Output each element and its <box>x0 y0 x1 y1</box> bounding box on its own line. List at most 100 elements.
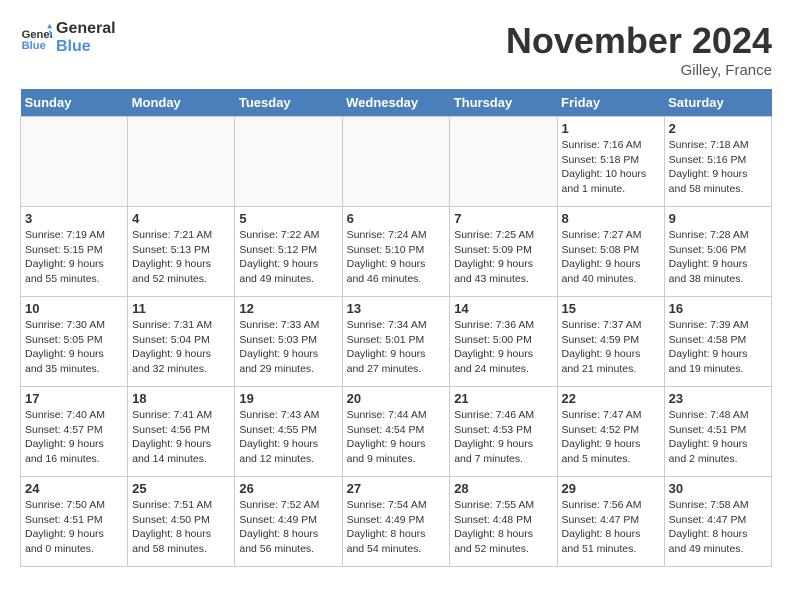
calendar-day-cell: 22 Sunrise: 7:47 AM Sunset: 4:52 PM Dayli… <box>557 387 664 477</box>
day-number: 11 <box>132 301 230 316</box>
calendar-day-cell: 3Sunrise: 7:19 AM Sunset: 5:15 PM Daylig… <box>21 207 128 297</box>
day-number: 22 <box>562 391 660 406</box>
day-number: 16 <box>669 301 767 316</box>
calendar-body: 1Sunrise: 7:16 AM Sunset: 5:18 PM Daylig… <box>21 117 772 567</box>
calendar-day-cell: 13Sunrise: 7:34 AM Sunset: 5:01 PM Dayli… <box>342 297 450 387</box>
day-info: Sunrise: 7:30 AM Sunset: 5:05 PM Dayligh… <box>25 318 123 377</box>
day-number: 27 <box>347 481 446 496</box>
day-number: 6 <box>347 211 446 226</box>
title-area: November 2024 Gilley, France <box>506 20 772 79</box>
day-number: 3 <box>25 211 123 226</box>
calendar-day-cell: 1Sunrise: 7:16 AM Sunset: 5:18 PM Daylig… <box>557 117 664 207</box>
day-info: Sunrise: 7:47 AM Sunset: 4:52 PM Dayligh… <box>562 408 660 467</box>
calendar-day-cell: 23 Sunrise: 7:48 AM Sunset: 4:51 PM Dayli… <box>664 387 771 477</box>
calendar-day-cell: 25 Sunrise: 7:51 AM Sunset: 4:50 PM Dayli… <box>128 477 235 567</box>
weekday-header-row: SundayMondayTuesdayWednesdayThursdayFrid… <box>21 89 772 117</box>
day-number: 2 <box>669 121 767 136</box>
day-number: 5 <box>239 211 337 226</box>
day-info: Sunrise: 7:33 AM Sunset: 5:03 PM Dayligh… <box>239 318 337 377</box>
calendar-day-cell: 28 Sunrise: 7:55 AM Sunset: 4:48 PM Dayli… <box>450 477 557 567</box>
calendar-week-row: 1Sunrise: 7:16 AM Sunset: 5:18 PM Daylig… <box>21 117 772 207</box>
day-number: 25 <box>132 481 230 496</box>
calendar-table: SundayMondayTuesdayWednesdayThursdayFrid… <box>20 89 772 567</box>
day-info: Sunrise: 7:37 AM Sunset: 4:59 PM Dayligh… <box>562 318 660 377</box>
logo-line1: General <box>56 20 116 38</box>
day-number: 19 <box>239 391 337 406</box>
day-info: Sunrise: 7:41 AM Sunset: 4:56 PM Dayligh… <box>132 408 230 467</box>
day-info: Sunrise: 7:55 AM Sunset: 4:48 PM Dayligh… <box>454 498 552 557</box>
calendar-day-cell <box>450 117 557 207</box>
svg-text:Blue: Blue <box>22 40 46 52</box>
calendar-day-cell: 17Sunrise: 7:40 AM Sunset: 4:57 PM Dayli… <box>21 387 128 477</box>
weekday-header-cell: Friday <box>557 89 664 117</box>
day-number: 30 <box>669 481 767 496</box>
day-info: Sunrise: 7:28 AM Sunset: 5:06 PM Dayligh… <box>669 228 767 287</box>
logo-line2: Blue <box>56 38 116 56</box>
day-info: Sunrise: 7:31 AM Sunset: 5:04 PM Dayligh… <box>132 318 230 377</box>
day-number: 9 <box>669 211 767 226</box>
day-info: Sunrise: 7:16 AM Sunset: 5:18 PM Dayligh… <box>562 138 660 197</box>
day-number: 26 <box>239 481 337 496</box>
day-number: 21 <box>454 391 552 406</box>
day-number: 29 <box>562 481 660 496</box>
svg-text:General: General <box>22 29 52 41</box>
calendar-day-cell <box>128 117 235 207</box>
day-number: 15 <box>562 301 660 316</box>
calendar-day-cell: 7 Sunrise: 7:25 AM Sunset: 5:09 PM Daylig… <box>450 207 557 297</box>
weekday-header-cell: Tuesday <box>235 89 342 117</box>
day-info: Sunrise: 7:50 AM Sunset: 4:51 PM Dayligh… <box>25 498 123 557</box>
calendar-day-cell: 12 Sunrise: 7:33 AM Sunset: 5:03 PM Dayli… <box>235 297 342 387</box>
day-info: Sunrise: 7:36 AM Sunset: 5:00 PM Dayligh… <box>454 318 552 377</box>
logo-icon: General Blue <box>20 22 52 54</box>
calendar-day-cell <box>342 117 450 207</box>
day-info: Sunrise: 7:43 AM Sunset: 4:55 PM Dayligh… <box>239 408 337 467</box>
weekday-header-cell: Thursday <box>450 89 557 117</box>
calendar-day-cell: 26Sunrise: 7:52 AM Sunset: 4:49 PM Dayli… <box>235 477 342 567</box>
location: Gilley, France <box>506 62 772 79</box>
day-number: 20 <box>347 391 446 406</box>
calendar-day-cell <box>21 117 128 207</box>
calendar-day-cell: 27Sunrise: 7:54 AM Sunset: 4:49 PM Dayli… <box>342 477 450 567</box>
page-header: General Blue General Blue November 2024 … <box>20 20 772 79</box>
day-info: Sunrise: 7:58 AM Sunset: 4:47 PM Dayligh… <box>669 498 767 557</box>
day-number: 18 <box>132 391 230 406</box>
day-info: Sunrise: 7:27 AM Sunset: 5:08 PM Dayligh… <box>562 228 660 287</box>
calendar-day-cell: 10 Sunrise: 7:30 AM Sunset: 5:05 PM Dayli… <box>21 297 128 387</box>
day-number: 10 <box>25 301 123 316</box>
calendar-day-cell <box>235 117 342 207</box>
day-number: 4 <box>132 211 230 226</box>
calendar-day-cell: 29Sunrise: 7:56 AM Sunset: 4:47 PM Dayli… <box>557 477 664 567</box>
day-info: Sunrise: 7:21 AM Sunset: 5:13 PM Dayligh… <box>132 228 230 287</box>
day-info: Sunrise: 7:44 AM Sunset: 4:54 PM Dayligh… <box>347 408 446 467</box>
calendar-week-row: 3Sunrise: 7:19 AM Sunset: 5:15 PM Daylig… <box>21 207 772 297</box>
weekday-header-cell: Saturday <box>664 89 771 117</box>
calendar-day-cell: 15 Sunrise: 7:37 AM Sunset: 4:59 PM Dayli… <box>557 297 664 387</box>
day-info: Sunrise: 7:40 AM Sunset: 4:57 PM Dayligh… <box>25 408 123 467</box>
calendar-day-cell: 21Sunrise: 7:46 AM Sunset: 4:53 PM Dayli… <box>450 387 557 477</box>
day-info: Sunrise: 7:18 AM Sunset: 5:16 PM Dayligh… <box>669 138 767 197</box>
calendar-day-cell: 24Sunrise: 7:50 AM Sunset: 4:51 PM Dayli… <box>21 477 128 567</box>
calendar-week-row: 24Sunrise: 7:50 AM Sunset: 4:51 PM Dayli… <box>21 477 772 567</box>
day-number: 23 <box>669 391 767 406</box>
weekday-header-cell: Sunday <box>21 89 128 117</box>
month-title: November 2024 <box>506 20 772 62</box>
calendar-day-cell: 19 Sunrise: 7:43 AM Sunset: 4:55 PM Dayli… <box>235 387 342 477</box>
day-info: Sunrise: 7:25 AM Sunset: 5:09 PM Dayligh… <box>454 228 552 287</box>
calendar-day-cell: 6Sunrise: 7:24 AM Sunset: 5:10 PM Daylig… <box>342 207 450 297</box>
day-number: 7 <box>454 211 552 226</box>
calendar-day-cell: 18 Sunrise: 7:41 AM Sunset: 4:56 PM Dayli… <box>128 387 235 477</box>
day-number: 28 <box>454 481 552 496</box>
weekday-header-cell: Wednesday <box>342 89 450 117</box>
calendar-day-cell: 4 Sunrise: 7:21 AM Sunset: 5:13 PM Daylig… <box>128 207 235 297</box>
day-info: Sunrise: 7:51 AM Sunset: 4:50 PM Dayligh… <box>132 498 230 557</box>
calendar-day-cell: 30 Sunrise: 7:58 AM Sunset: 4:47 PM Dayli… <box>664 477 771 567</box>
calendar-week-row: 10 Sunrise: 7:30 AM Sunset: 5:05 PM Dayli… <box>21 297 772 387</box>
day-info: Sunrise: 7:48 AM Sunset: 4:51 PM Dayligh… <box>669 408 767 467</box>
day-info: Sunrise: 7:39 AM Sunset: 4:58 PM Dayligh… <box>669 318 767 377</box>
calendar-day-cell: 11 Sunrise: 7:31 AM Sunset: 5:04 PM Dayli… <box>128 297 235 387</box>
day-number: 8 <box>562 211 660 226</box>
calendar-day-cell: 20 Sunrise: 7:44 AM Sunset: 4:54 PM Dayli… <box>342 387 450 477</box>
calendar-day-cell: 8 Sunrise: 7:27 AM Sunset: 5:08 PM Daylig… <box>557 207 664 297</box>
day-number: 12 <box>239 301 337 316</box>
weekday-header-cell: Monday <box>128 89 235 117</box>
